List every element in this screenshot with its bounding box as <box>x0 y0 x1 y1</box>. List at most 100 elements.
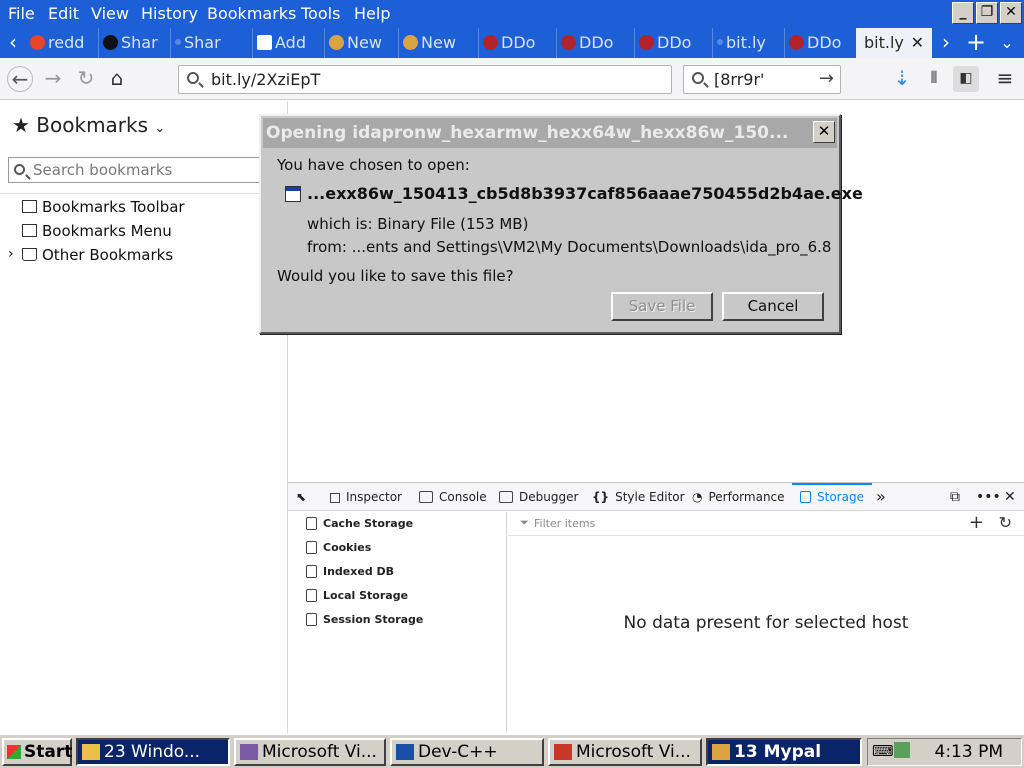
save-file-button[interactable]: Save File <box>611 292 713 321</box>
tab-label: bit.ly <box>726 33 766 52</box>
tab-6[interactable]: DDo <box>478 28 554 58</box>
bookmark-item-toolbar[interactable]: Bookmarks Toolbar <box>22 198 185 216</box>
tree-item-session-storage[interactable]: Session Storage <box>306 613 423 626</box>
tree-label: Cache Storage <box>323 517 414 530</box>
chosen-text: You have chosen to open: <box>277 156 470 174</box>
bookmark-item-menu[interactable]: Bookmarks Menu <box>22 222 172 240</box>
sidebar-toggle-icon[interactable]: ◧ <box>953 66 979 92</box>
task-dev-cpp[interactable]: Dev-C++ <box>390 738 544 766</box>
reddit-icon <box>30 35 45 50</box>
inspector-icon <box>330 493 340 503</box>
tab-8[interactable]: DDo <box>634 28 710 58</box>
keyboard-icon[interactable]: ⌨ <box>872 742 894 760</box>
chevron-right-icon[interactable]: › <box>8 246 14 262</box>
add-item-icon[interactable]: + <box>969 512 984 533</box>
element-picker-icon[interactable]: ⬉ <box>296 483 306 511</box>
reload-button[interactable]: ↻ <box>73 66 99 92</box>
tab-style-editor[interactable]: {} Style Editor <box>592 483 685 511</box>
braces-icon: {} <box>592 490 610 504</box>
filter-icon: ⏷ <box>520 516 529 529</box>
task-visual-studio-1[interactable]: Microsoft Vi... <box>234 738 386 766</box>
tree-label: Session Storage <box>323 613 424 626</box>
bookmark-item-other[interactable]: › Other Bookmarks <box>8 246 173 264</box>
minimize-button[interactable]: _ <box>952 2 974 24</box>
tab-console[interactable]: Console <box>419 483 487 511</box>
site-icon <box>403 35 418 50</box>
task-windows-explorer[interactable]: 23 Windo... <box>76 738 230 766</box>
library-icon[interactable]: ⫴ <box>921 66 947 92</box>
tab-0[interactable]: redd <box>26 28 96 58</box>
task-mypal[interactable]: 13 Mypal <box>706 738 862 766</box>
tab-inspector[interactable]: Inspector <box>330 483 402 511</box>
menu-tools[interactable]: Tools <box>301 4 340 23</box>
dev-cpp-icon <box>396 744 414 760</box>
more-options-icon[interactable]: ••• <box>976 483 1001 511</box>
menu-bookmarks[interactable]: Bookmarks <box>207 4 296 23</box>
sidebar-title: Bookmarks <box>36 113 149 137</box>
menu-edit[interactable]: Edit <box>48 4 79 23</box>
tab-performance[interactable]: ◔ Performance <box>692 483 785 511</box>
go-arrow-icon[interactable]: → <box>819 68 834 89</box>
search-bar[interactable]: [8rr9r' → <box>683 65 841 94</box>
refresh-icon[interactable]: ↻ <box>999 513 1012 532</box>
menu-hamburger-icon[interactable]: ≡ <box>992 66 1018 92</box>
star-icon: ★ <box>12 113 30 137</box>
new-tab-button[interactable]: + <box>962 28 990 58</box>
dialog-close-button[interactable]: ✕ <box>813 121 835 143</box>
menu-view[interactable]: View <box>91 4 129 23</box>
dot-icon <box>717 39 723 45</box>
menu-file[interactable]: File <box>8 4 35 23</box>
forward-button[interactable]: → <box>40 66 66 92</box>
url-bar[interactable]: bit.ly/2XziEpT <box>178 65 672 94</box>
close-tab-icon[interactable]: ✕ <box>911 28 924 58</box>
tab-4[interactable]: New <box>324 28 396 58</box>
tab-10[interactable]: DDo <box>784 28 854 58</box>
task-visual-studio-2[interactable]: Microsoft Vi... <box>548 738 702 766</box>
more-tools-icon[interactable]: » <box>876 483 886 511</box>
scroll-tabs-right-icon[interactable]: › <box>934 28 958 58</box>
tab-5[interactable]: New <box>398 28 476 58</box>
dock-icon[interactable]: ⧉ <box>950 483 960 511</box>
site-icon <box>483 35 498 50</box>
tab-storage[interactable]: Storage <box>792 483 872 511</box>
restore-button[interactable]: ❐ <box>976 2 998 24</box>
task-label: Microsoft Vi... <box>262 742 377 762</box>
tab-label: Storage <box>817 490 864 504</box>
bookmarks-search-input[interactable]: Search bookmarks <box>8 157 278 183</box>
tab-list-icon[interactable]: ⌄ <box>994 28 1020 58</box>
sidebar-header[interactable]: ★ Bookmarks ⌄ <box>12 113 165 137</box>
tab-7[interactable]: DDo <box>556 28 632 58</box>
home-button[interactable]: ⌂ <box>104 66 130 92</box>
tab-9[interactable]: bit.ly <box>712 28 782 58</box>
downloads-icon[interactable]: ⇣ <box>889 66 915 92</box>
cancel-button[interactable]: Cancel <box>722 292 824 321</box>
tab-label: Shar <box>121 33 158 52</box>
dialog-title: Opening idapronw_hexarmw_hexx64w_hexx86w… <box>263 118 837 148</box>
network-icon[interactable] <box>894 742 910 758</box>
tab-1[interactable]: Shar <box>98 28 168 58</box>
file-source: from: ...ents and Settings\VM2\My Docume… <box>307 238 832 256</box>
bookmarks-sidebar: ★ Bookmarks ⌄ Search bookmarks Bookmarks… <box>0 101 288 733</box>
menu-history[interactable]: History <box>141 4 198 23</box>
tab-debugger[interactable]: Debugger <box>499 483 578 511</box>
search-placeholder: Search bookmarks <box>33 161 173 179</box>
empty-message: No data present for selected host <box>623 613 909 633</box>
tab-3[interactable]: Add <box>252 28 322 58</box>
tab-2[interactable]: Shar <box>170 28 250 58</box>
close-devtools-icon[interactable]: ✕ <box>1004 483 1016 511</box>
storage-icon <box>306 541 317 554</box>
filter-bar[interactable]: ⏷ Filter items + ↻ <box>508 512 1024 536</box>
clock[interactable]: 4:13 PM <box>935 742 1004 762</box>
tab-label: DDo <box>807 33 842 52</box>
tree-item-cache-storage[interactable]: Cache Storage <box>306 517 413 530</box>
start-button[interactable]: Start <box>2 738 72 766</box>
menu-help[interactable]: Help <box>354 4 390 23</box>
tab-label: redd <box>48 33 85 52</box>
tab-active[interactable]: bit.ly ✕ <box>856 28 932 58</box>
close-window-button[interactable]: ✕ <box>1000 2 1022 24</box>
tree-item-indexed-db[interactable]: Indexed DB <box>306 565 394 578</box>
tree-item-cookies[interactable]: Cookies <box>306 541 371 554</box>
scroll-tabs-left-icon[interactable]: ‹ <box>2 28 24 58</box>
tree-item-local-storage[interactable]: Local Storage <box>306 589 408 602</box>
back-button[interactable]: ← <box>7 66 33 92</box>
